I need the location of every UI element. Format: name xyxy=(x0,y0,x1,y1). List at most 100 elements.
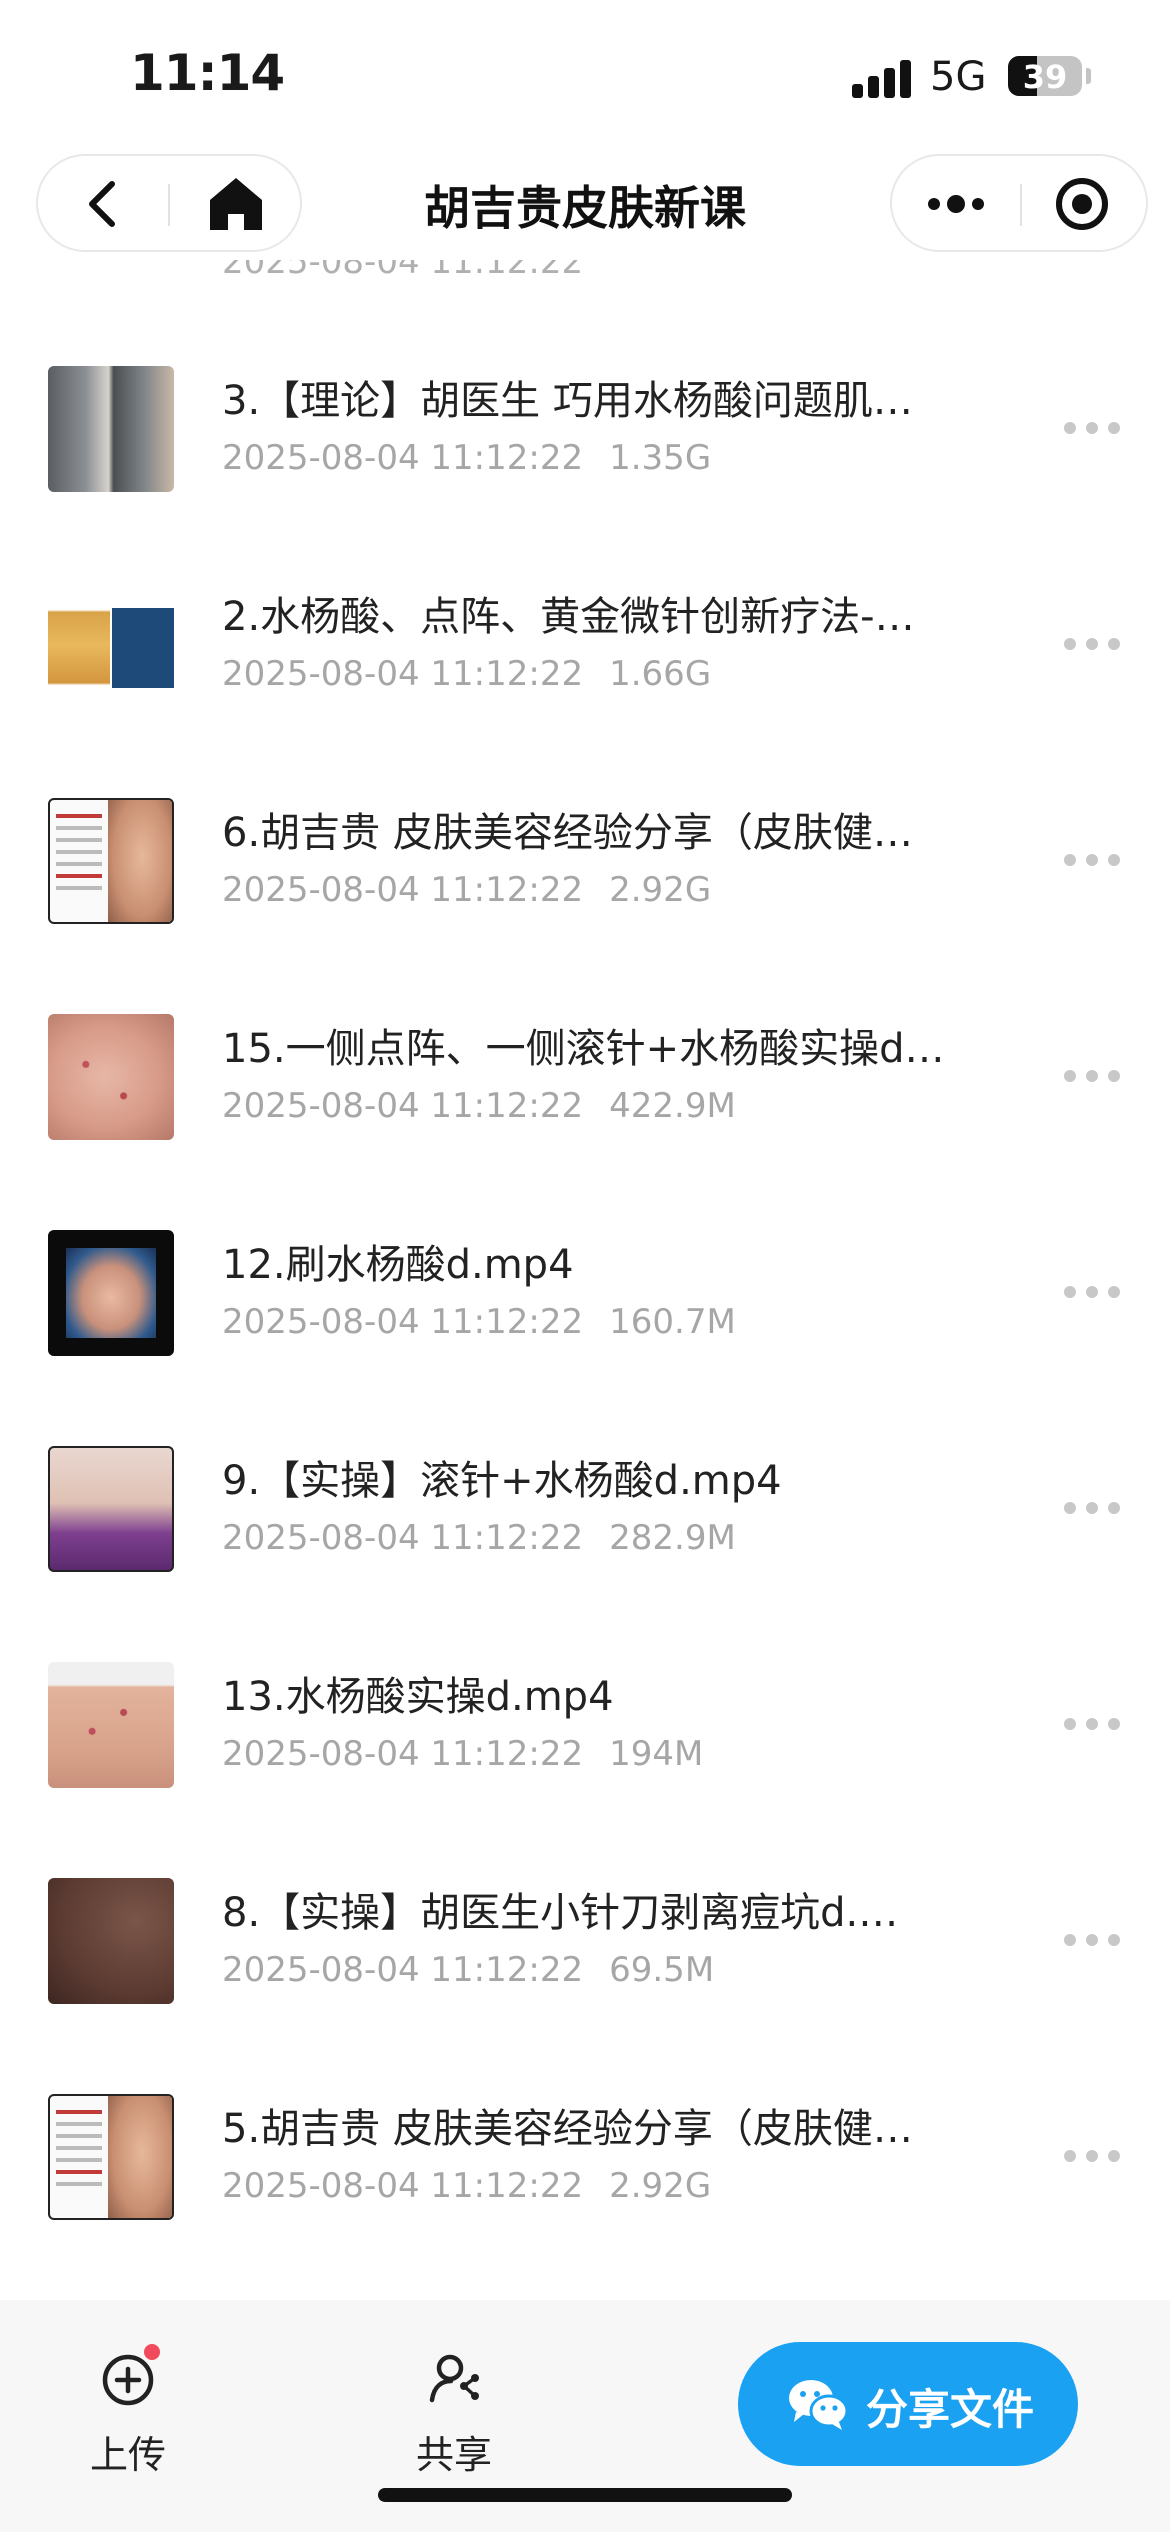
battery-icon: 39 xyxy=(1008,56,1082,96)
file-meta: 2025-08-04 11:12:22 1.35G xyxy=(222,438,711,478)
file-name: 6.胡吉贵 皮肤美容经验分享（皮肤健… xyxy=(222,810,913,856)
item-more-button[interactable] xyxy=(1054,408,1130,448)
item-more-button[interactable] xyxy=(1054,2136,1130,2176)
nav-capsule-left xyxy=(36,154,302,252)
file-thumbnail xyxy=(48,1878,174,2004)
file-date: 2025-08-04 11:12:22 xyxy=(222,1518,584,1558)
more-dot xyxy=(1108,1934,1120,1946)
file-size: 1.66G xyxy=(609,654,712,694)
file-item[interactable]: 8.【实操】胡医生小针刀剥离痘坑d.… 2025-08-04 11:12:22 69… xyxy=(0,1832,1170,2048)
file-thumbnail xyxy=(48,582,174,708)
wechat-icon xyxy=(789,2380,849,2430)
file-item[interactable]: 15.一侧点阵、一侧滚针+水杨酸实操d… 2025-08-04 11:12:22 4… xyxy=(0,968,1170,1184)
file-size: 2.92G xyxy=(609,870,712,910)
file-size: 69.5M xyxy=(609,1950,715,1990)
more-dot xyxy=(1108,638,1120,650)
back-button[interactable] xyxy=(38,156,168,252)
file-thumbnail xyxy=(48,366,174,492)
more-dot xyxy=(1108,1502,1120,1514)
item-more-button[interactable] xyxy=(1054,1920,1130,1960)
file-name: 12.刷水杨酸d.mp4 xyxy=(222,1242,574,1288)
signal-icon xyxy=(852,58,912,98)
file-name: 15.一侧点阵、一侧滚针+水杨酸实操d… xyxy=(222,1026,945,1072)
share-file-label: 分享文件 xyxy=(866,2385,1035,2434)
file-item[interactable]: 6.胡吉贵 皮肤美容经验分享（皮肤健… 2025-08-04 11:12:22 2.… xyxy=(0,752,1170,968)
more-dot xyxy=(1064,2150,1076,2162)
upload-button[interactable]: 上传 xyxy=(48,2340,208,2490)
file-meta: 2025-08-04 11:12:22 422.9M xyxy=(222,1086,736,1126)
more-dot xyxy=(1108,1286,1120,1298)
page-title: 胡吉贵皮肤新课 xyxy=(424,181,746,235)
file-thumbnail xyxy=(48,798,174,924)
more-options-button[interactable] xyxy=(892,156,1020,252)
notification-badge xyxy=(144,2344,160,2360)
file-size: 194M xyxy=(609,1734,704,1774)
more-dot xyxy=(1064,854,1076,866)
more-dot xyxy=(1064,638,1076,650)
file-meta: 2025-08-04 11:12:22 160.7M xyxy=(222,1302,736,1342)
file-date: 2025-08-04 11:12:22 xyxy=(222,438,584,478)
file-size: 2.92G xyxy=(609,2166,712,2206)
file-size: 282.9M xyxy=(609,1518,736,1558)
file-list[interactable]: 2025-08-04 11:12:22 3.【理论】胡医生 巧用水杨酸问题肌… 2… xyxy=(0,150,1170,2300)
item-more-button[interactable] xyxy=(1054,1488,1130,1528)
home-icon xyxy=(210,178,262,230)
file-meta: 2025-08-04 11:12:22 2.92G xyxy=(222,870,711,910)
file-item[interactable]: 2.水杨酸、点阵、黄金微针创新疗法-… 2025-08-04 11:12:22 1.… xyxy=(0,536,1170,752)
file-date: 2025-08-04 11:12:22 xyxy=(222,1950,584,1990)
file-thumbnail xyxy=(48,1014,174,1140)
file-name: 8.【实操】胡医生小针刀剥离痘坑d.… xyxy=(222,1890,899,1936)
home-indicator xyxy=(378,2488,792,2502)
more-dot xyxy=(1064,1718,1076,1730)
share-tab-label: 共享 xyxy=(415,2433,492,2477)
file-thumbnail xyxy=(48,1662,174,1788)
chevron-left-icon xyxy=(89,181,115,227)
file-meta: 2025-08-04 11:12:22 194M xyxy=(222,1734,703,1774)
status-time: 11:14 xyxy=(130,44,285,102)
share-file-button[interactable]: 分享文件 xyxy=(738,2342,1078,2466)
file-item[interactable]: 13.水杨酸实操d.mp4 2025-08-04 11:12:22 194M xyxy=(0,1616,1170,1832)
file-item[interactable]: 3.【理论】胡医生 巧用水杨酸问题肌… 2025-08-04 11:12:22 1.… xyxy=(0,320,1170,536)
file-size: 1.35G xyxy=(609,438,712,478)
item-more-button[interactable] xyxy=(1054,1056,1130,1096)
file-item[interactable]: 9.【实操】滚针+水杨酸d.mp4 2025-08-04 11:12:22 282.… xyxy=(0,1400,1170,1616)
nav-bar: 胡吉贵皮肤新课 xyxy=(0,150,1170,260)
more-dot xyxy=(1064,1502,1076,1514)
item-more-button[interactable] xyxy=(1054,624,1130,664)
file-meta: 2025-08-04 11:12:22 282.9M xyxy=(222,1518,736,1558)
file-item[interactable]: 12.刷水杨酸d.mp4 2025-08-04 11:12:22 160.7M xyxy=(0,1184,1170,1400)
battery-level: 39 xyxy=(1022,58,1068,96)
share-tab-button[interactable]: 共享 xyxy=(374,2340,534,2490)
more-dot xyxy=(1108,2150,1120,2162)
more-dot xyxy=(1064,1286,1076,1298)
home-button[interactable] xyxy=(170,156,302,252)
more-dot xyxy=(1086,1718,1098,1730)
nav-capsule-right xyxy=(890,154,1148,252)
more-dot xyxy=(1086,2150,1098,2162)
file-date: 2025-08-04 11:12:22 xyxy=(222,1302,584,1342)
more-dot xyxy=(1086,422,1098,434)
file-thumbnail xyxy=(48,2094,174,2220)
close-miniprogram-button[interactable] xyxy=(1022,156,1148,252)
more-dot xyxy=(1064,1070,1076,1082)
file-date: 2025-08-04 11:12:22 xyxy=(222,654,584,694)
more-dot xyxy=(1086,1934,1098,1946)
file-thumbnail xyxy=(48,1446,174,1572)
file-name: 3.【理论】胡医生 巧用水杨酸问题肌… xyxy=(222,378,913,424)
more-dots-icon xyxy=(928,195,984,213)
more-dot xyxy=(1086,1070,1098,1082)
file-item[interactable]: 5.胡吉贵 皮肤美容经验分享（皮肤健… 2025-08-04 11:12:22 2.… xyxy=(0,2048,1170,2264)
more-dot xyxy=(1086,1502,1098,1514)
file-name: 5.胡吉贵 皮肤美容经验分享（皮肤健… xyxy=(222,2106,913,2152)
more-dot xyxy=(1086,1286,1098,1298)
status-bar: 11:14 5G 39 xyxy=(0,0,1170,150)
item-more-button[interactable] xyxy=(1054,1272,1130,1312)
file-size: 160.7M xyxy=(609,1302,736,1342)
file-date: 2025-08-04 11:12:22 xyxy=(222,2166,584,2206)
more-dot xyxy=(1086,854,1098,866)
item-more-button[interactable] xyxy=(1054,840,1130,880)
file-name: 9.【实操】滚针+水杨酸d.mp4 xyxy=(222,1458,782,1504)
more-dot xyxy=(1064,1934,1076,1946)
item-more-button[interactable] xyxy=(1054,1704,1130,1744)
file-thumbnail xyxy=(48,1230,174,1356)
